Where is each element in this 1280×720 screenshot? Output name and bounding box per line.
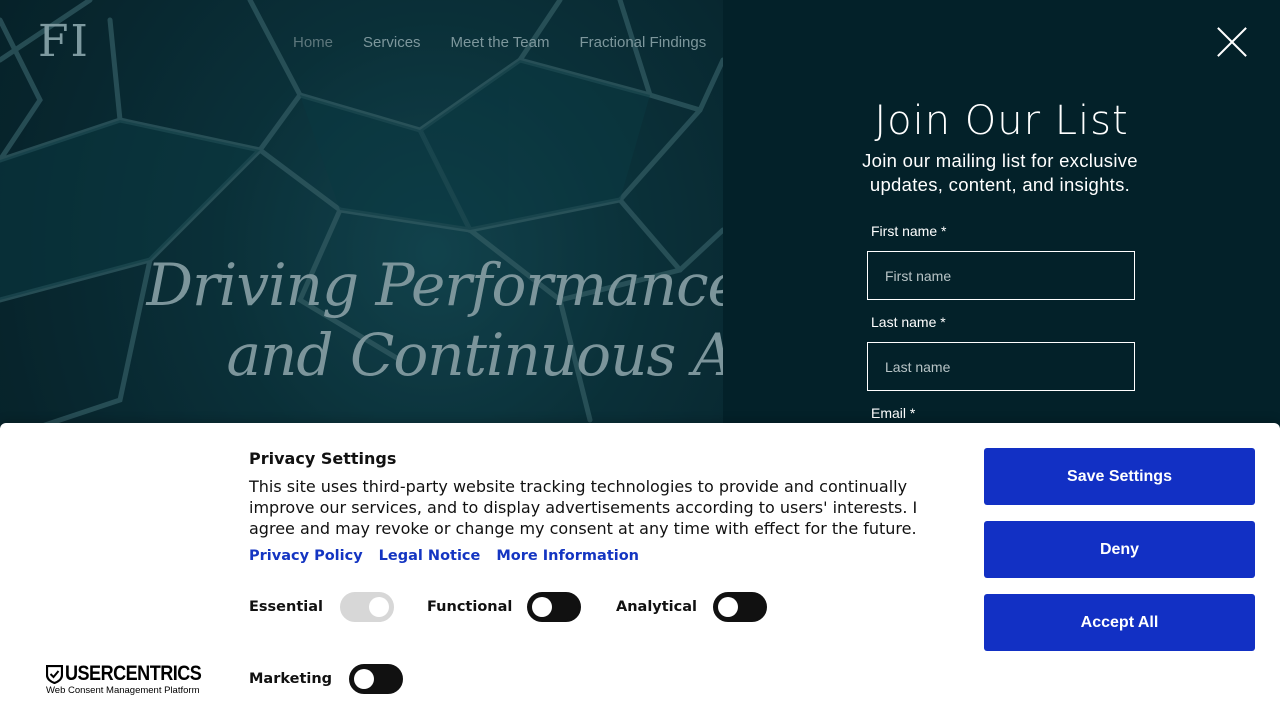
essential-toggle bbox=[339, 592, 394, 622]
close-icon[interactable] bbox=[1215, 25, 1249, 59]
essential-toggle-row: Essential bbox=[249, 592, 394, 622]
analytical-toggle[interactable] bbox=[713, 592, 768, 622]
privacy-links: Privacy Policy Legal Notice More Informa… bbox=[249, 548, 639, 564]
toggle-knob bbox=[368, 597, 389, 617]
signup-title: Join Our List bbox=[874, 98, 1129, 144]
toggle-knob bbox=[354, 669, 375, 689]
functional-toggle[interactable] bbox=[527, 592, 582, 622]
save-settings-button[interactable]: Save Settings bbox=[984, 448, 1255, 505]
nav-services[interactable]: Services bbox=[363, 34, 421, 51]
marketing-toggle-row: Marketing bbox=[249, 664, 404, 694]
usercentrics-tagline: Web Consent Management Platform bbox=[46, 685, 200, 696]
essential-label: Essential bbox=[249, 599, 323, 615]
analytical-toggle-row: Analytical bbox=[616, 592, 768, 622]
usercentrics-brand: USERCENTRICS bbox=[65, 662, 202, 685]
accept-all-button[interactable]: Accept All bbox=[984, 594, 1255, 651]
shield-icon bbox=[46, 665, 63, 684]
nav-home[interactable]: Home bbox=[293, 34, 333, 51]
privacy-settings-text: This site uses third-party website track… bbox=[249, 477, 918, 538]
nav-fractional-findings[interactable]: Fractional Findings bbox=[580, 34, 707, 51]
nav-meet-the-team[interactable]: Meet the Team bbox=[451, 34, 550, 51]
legal-notice-link[interactable]: Legal Notice bbox=[379, 548, 481, 564]
toggle-knob bbox=[718, 597, 739, 617]
privacy-policy-link[interactable]: Privacy Policy bbox=[249, 548, 363, 564]
analytical-label: Analytical bbox=[616, 599, 698, 615]
email-label: Email * bbox=[871, 405, 916, 421]
toggle-knob bbox=[532, 597, 553, 617]
signup-subtitle: Join our mailing list for exclusive upda… bbox=[862, 150, 1138, 195]
marketing-toggle[interactable] bbox=[349, 664, 404, 694]
main-nav: Home Services Meet the Team Fractional F… bbox=[293, 34, 706, 51]
first-name-input[interactable] bbox=[867, 251, 1135, 300]
last-name-input[interactable] bbox=[867, 342, 1135, 391]
usercentrics-logo[interactable]: USERCENTRICS Web Consent Management Plat… bbox=[46, 663, 202, 697]
more-information-link[interactable]: More Information bbox=[496, 548, 639, 564]
deny-button[interactable]: Deny bbox=[984, 521, 1255, 578]
first-name-label: First name * bbox=[871, 223, 947, 239]
functional-toggle-row: Functional bbox=[427, 592, 582, 622]
marketing-label: Marketing bbox=[249, 671, 333, 687]
last-name-label: Last name * bbox=[871, 314, 946, 330]
privacy-settings-title: Privacy Settings bbox=[249, 449, 397, 468]
functional-label: Functional bbox=[427, 599, 513, 615]
site-logo[interactable]: FI bbox=[38, 20, 90, 64]
